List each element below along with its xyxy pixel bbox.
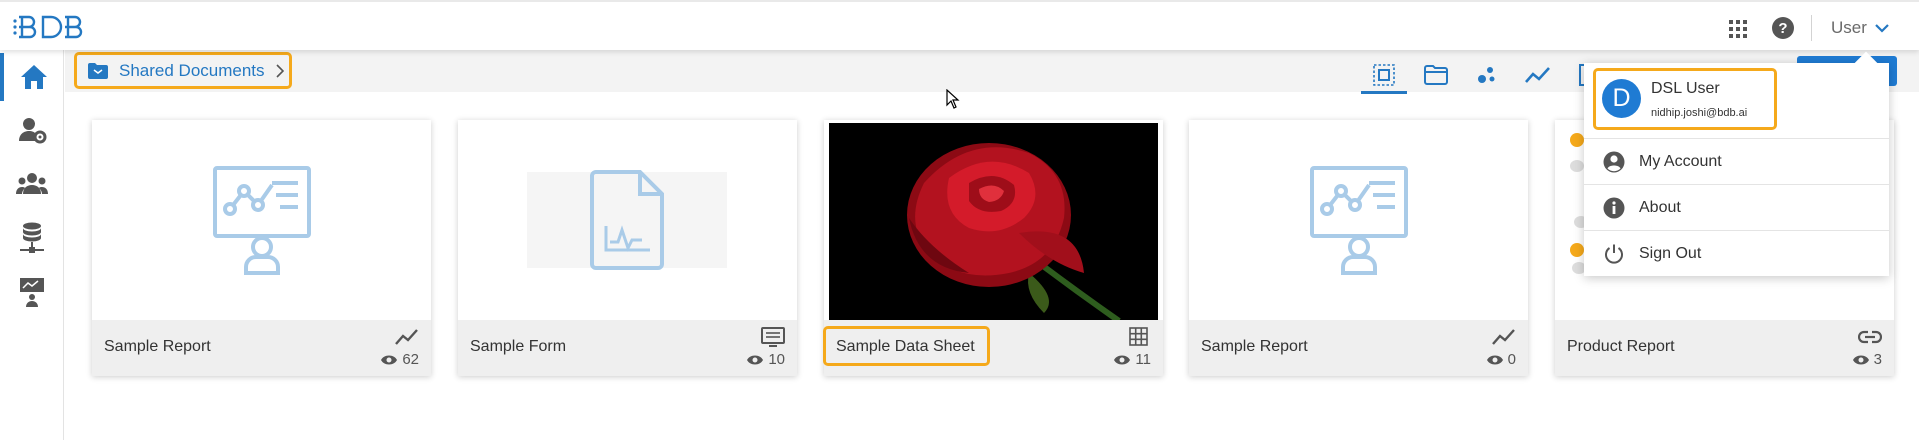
- filter-all-button[interactable]: [1361, 56, 1407, 94]
- database-icon: [20, 222, 44, 253]
- card-footer: Sample Form 10: [458, 320, 797, 376]
- view-count-value: 3: [1873, 351, 1882, 368]
- document-card[interactable]: Sample Report 0: [1189, 120, 1528, 376]
- sidebar: [0, 50, 64, 440]
- user-menu-toggle[interactable]: User: [1831, 18, 1889, 38]
- breadcrumb-label: Shared Documents: [119, 60, 265, 80]
- breadcrumb[interactable]: Shared Documents: [74, 52, 292, 89]
- header-divider: [1811, 15, 1812, 41]
- trend-icon: [1492, 329, 1515, 345]
- eye-icon: [1114, 355, 1131, 364]
- eye-icon: [1852, 355, 1869, 364]
- view-count: 10: [746, 351, 785, 368]
- filter-trend-button[interactable]: [1515, 56, 1561, 94]
- presentation-icon: [20, 278, 44, 307]
- top-bar: ? User: [0, 0, 1919, 50]
- folder-icon: [1424, 65, 1448, 85]
- apps-grid-icon[interactable]: [1727, 18, 1749, 40]
- sidebar-item-groups[interactable]: [0, 160, 64, 208]
- chevron-down-icon: [1875, 24, 1889, 33]
- user-dropdown-menu: D DSL User nidhip.joshi@bdb.ai My Accoun…: [1584, 63, 1889, 276]
- users-group-icon: [16, 173, 48, 194]
- view-count: 11: [1113, 351, 1151, 368]
- bdb-logo[interactable]: [13, 11, 93, 43]
- menu-item-sign-out[interactable]: Sign Out: [1584, 230, 1889, 276]
- view-count: 62: [380, 351, 419, 368]
- all-icon: [1373, 64, 1395, 86]
- card-thumbnail: [824, 120, 1163, 321]
- view-count-value: 0: [1507, 351, 1516, 368]
- eye-icon: [747, 355, 764, 364]
- card-title: Sample Report: [1201, 338, 1308, 355]
- menu-item-label: About: [1639, 198, 1681, 216]
- eye-icon: [381, 355, 398, 364]
- card-thumbnail: [92, 120, 431, 320]
- filter-folder-button[interactable]: [1413, 56, 1459, 94]
- sidebar-item-data[interactable]: [0, 214, 64, 262]
- chevron-right-icon: [275, 63, 284, 78]
- view-count: 0: [1486, 351, 1516, 368]
- sidebar-item-user-settings[interactable]: [0, 106, 64, 154]
- scatter-icon: [1478, 67, 1495, 83]
- report-placeholder-icon: [1309, 166, 1408, 275]
- user-settings-icon: [19, 118, 47, 144]
- grid-icon: [1129, 327, 1148, 346]
- filter-scatter-button[interactable]: [1464, 56, 1510, 94]
- card-footer: Product Report 3: [1555, 320, 1894, 376]
- form-document-icon: [589, 170, 664, 270]
- menu-item-my-account[interactable]: My Account: [1584, 138, 1889, 184]
- trend-icon: [1525, 67, 1550, 83]
- document-card[interactable]: Sample Report 62: [92, 120, 431, 376]
- report-placeholder-icon: [212, 166, 311, 275]
- user-menu-label: User: [1831, 18, 1867, 37]
- home-icon: [21, 65, 47, 89]
- view-count: 3: [1852, 351, 1882, 368]
- card-footer: Sample Report 62: [92, 320, 431, 376]
- card-footer: Sample Report 0: [1189, 320, 1528, 376]
- view-count-value: 62: [402, 351, 419, 368]
- power-icon: [1605, 244, 1623, 264]
- menu-item-label: Sign Out: [1639, 244, 1702, 262]
- card-title: Sample Form: [470, 338, 567, 355]
- card-title: Product Report: [1567, 338, 1675, 355]
- sidebar-item-presentation[interactable]: [0, 268, 64, 316]
- card-title: Sample Report: [104, 338, 211, 355]
- sidebar-item-home[interactable]: [0, 53, 64, 101]
- link-icon: [1858, 330, 1882, 344]
- card-thumbnail: [1189, 120, 1528, 320]
- user-name: DSL User: [1651, 80, 1720, 97]
- document-card[interactable]: Sample Form 10: [458, 120, 797, 376]
- card-thumbnail: [458, 120, 797, 320]
- trend-icon: [395, 329, 418, 345]
- folder-icon: [88, 62, 108, 79]
- user-profile-card: D DSL User nidhip.joshi@bdb.ai: [1593, 68, 1777, 130]
- eye-icon: [1486, 355, 1503, 364]
- form-icon: [761, 327, 785, 347]
- account-icon: [1603, 151, 1625, 172]
- help-icon[interactable]: ?: [1771, 16, 1795, 40]
- menu-item-label: My Account: [1639, 152, 1722, 170]
- mouse-cursor-icon: [946, 89, 960, 109]
- view-count-value: 10: [768, 351, 785, 368]
- selected-card-highlight: [823, 326, 990, 366]
- view-count-value: 11: [1135, 351, 1151, 368]
- svg-text:?: ?: [1778, 20, 1787, 37]
- menu-item-about[interactable]: About: [1584, 184, 1889, 230]
- avatar: D: [1602, 79, 1641, 118]
- info-icon: [1603, 197, 1625, 218]
- rose-image: [829, 123, 1158, 321]
- user-email: nidhip.joshi@bdb.ai: [1651, 107, 1748, 119]
